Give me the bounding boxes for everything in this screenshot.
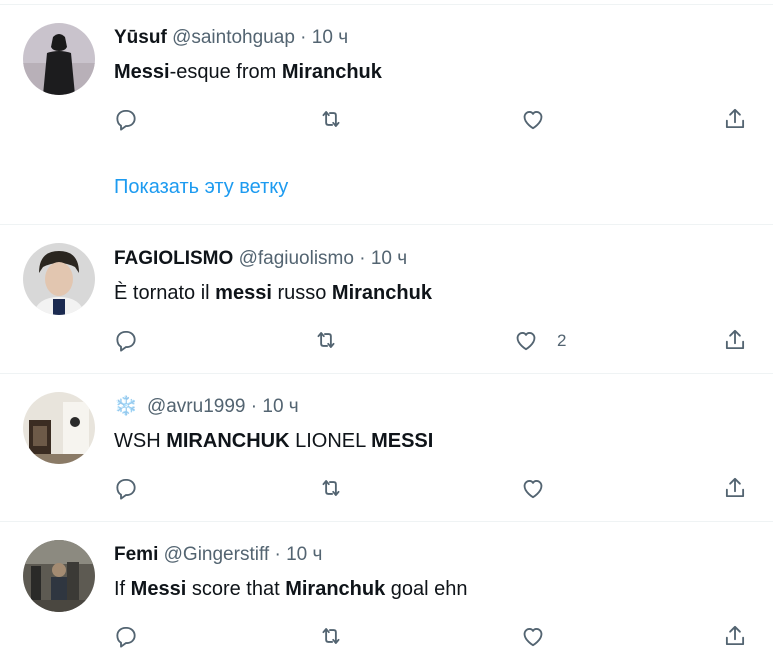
highlighted-keyword: Miranchuk bbox=[285, 578, 386, 600]
display-name[interactable]: ❄️ bbox=[114, 396, 138, 417]
retweet-icon bbox=[317, 332, 335, 348]
display-name[interactable]: Yūsuf bbox=[114, 27, 167, 48]
share-button[interactable] bbox=[720, 325, 750, 355]
like-icon bbox=[523, 480, 543, 499]
like-icon bbox=[523, 628, 543, 647]
text-segment: goal ehn bbox=[385, 578, 468, 600]
separator: · bbox=[300, 27, 307, 48]
text-segment: russo bbox=[271, 282, 332, 304]
text-segment: If bbox=[114, 578, 131, 600]
show-thread-link[interactable]: Показать эту ветку bbox=[114, 176, 288, 199]
tweet-header: ❄️ @avru1999 · 10 ч bbox=[114, 395, 299, 419]
retweet-button[interactable] bbox=[316, 104, 346, 134]
retweet-button[interactable] bbox=[316, 621, 346, 651]
like-button[interactable] bbox=[518, 621, 548, 651]
tweet-text: If Messi score that Miranchuk goal ehn bbox=[114, 576, 468, 602]
username[interactable]: @fagiuolismo bbox=[239, 248, 354, 269]
highlighted-keyword: Messi bbox=[130, 578, 187, 600]
reply-button[interactable] bbox=[111, 325, 141, 355]
share-icon bbox=[725, 108, 745, 129]
separator: · bbox=[359, 248, 366, 269]
tweet-text: WSH MIRANCHUK LIONEL MESSI bbox=[114, 428, 433, 454]
username[interactable]: @Gingerstiff bbox=[164, 544, 270, 565]
retweet-icon bbox=[322, 628, 340, 644]
retweet-icon bbox=[322, 111, 340, 127]
tweet-header: FAGIOLISMO @fagiuolismo · 10 ч bbox=[114, 247, 407, 271]
divider bbox=[0, 4, 773, 5]
share-icon bbox=[725, 625, 745, 646]
share-button[interactable] bbox=[720, 621, 750, 651]
divider bbox=[0, 224, 773, 225]
retweet-button[interactable] bbox=[316, 473, 346, 503]
like-icon bbox=[523, 111, 543, 130]
reply-icon bbox=[116, 478, 136, 500]
avatar[interactable] bbox=[23, 540, 95, 612]
text-segment: WSH bbox=[114, 430, 167, 452]
reply-icon bbox=[116, 109, 136, 131]
username[interactable]: @saintohguap bbox=[172, 27, 295, 48]
avatar[interactable] bbox=[23, 243, 95, 315]
separator: · bbox=[250, 396, 258, 417]
timestamp[interactable]: 10 ч bbox=[262, 396, 298, 417]
share-icon bbox=[725, 477, 745, 498]
share-icon bbox=[725, 329, 745, 350]
tweet-header: Femi @Gingerstiff · 10 ч bbox=[114, 543, 322, 567]
tweet-text: Messi-esque from Miranchuk bbox=[114, 59, 382, 85]
divider bbox=[0, 373, 773, 374]
avatar[interactable] bbox=[23, 392, 95, 464]
share-button[interactable] bbox=[720, 104, 750, 134]
separator: · bbox=[274, 544, 281, 565]
reply-button[interactable] bbox=[111, 473, 141, 503]
like-button[interactable] bbox=[518, 473, 548, 503]
highlighted-keyword: Miranchuk bbox=[331, 282, 432, 304]
reply-icon bbox=[116, 330, 136, 352]
tweet-text: È tornato il messi russo Miranchuk bbox=[114, 280, 432, 306]
text-segment: -esque from bbox=[169, 61, 282, 83]
text-segment: LIONEL bbox=[289, 430, 372, 452]
like-button[interactable] bbox=[511, 325, 541, 355]
highlighted-keyword: MIRANCHUK bbox=[166, 430, 290, 452]
text-segment: È tornato il bbox=[114, 282, 216, 304]
divider bbox=[0, 521, 773, 522]
highlighted-keyword: Miranchuk bbox=[281, 61, 382, 83]
reply-button[interactable] bbox=[111, 621, 141, 651]
username[interactable]: @avru1999 bbox=[147, 396, 246, 417]
highlighted-keyword: messi bbox=[215, 282, 272, 304]
like-icon bbox=[516, 332, 536, 351]
display-name[interactable]: Femi bbox=[114, 544, 158, 565]
reply-button[interactable] bbox=[111, 104, 141, 134]
highlighted-keyword: Messi bbox=[114, 61, 170, 83]
text-segment: score that bbox=[186, 578, 286, 600]
timestamp[interactable]: 10 ч bbox=[312, 27, 348, 48]
retweet-icon bbox=[322, 480, 340, 496]
avatar[interactable] bbox=[23, 23, 95, 95]
reply-icon bbox=[116, 626, 136, 648]
retweet-button[interactable] bbox=[311, 325, 341, 355]
highlighted-keyword: MESSI bbox=[371, 430, 434, 452]
share-button[interactable] bbox=[720, 473, 750, 503]
like-count: 2 bbox=[557, 331, 567, 350]
timestamp[interactable]: 10 ч bbox=[286, 544, 322, 565]
display-name[interactable]: FAGIOLISMO bbox=[114, 248, 233, 269]
like-button[interactable] bbox=[518, 104, 548, 134]
timestamp[interactable]: 10 ч bbox=[371, 248, 407, 269]
tweet-header: Yūsuf @saintohguap · 10 ч bbox=[114, 26, 348, 50]
